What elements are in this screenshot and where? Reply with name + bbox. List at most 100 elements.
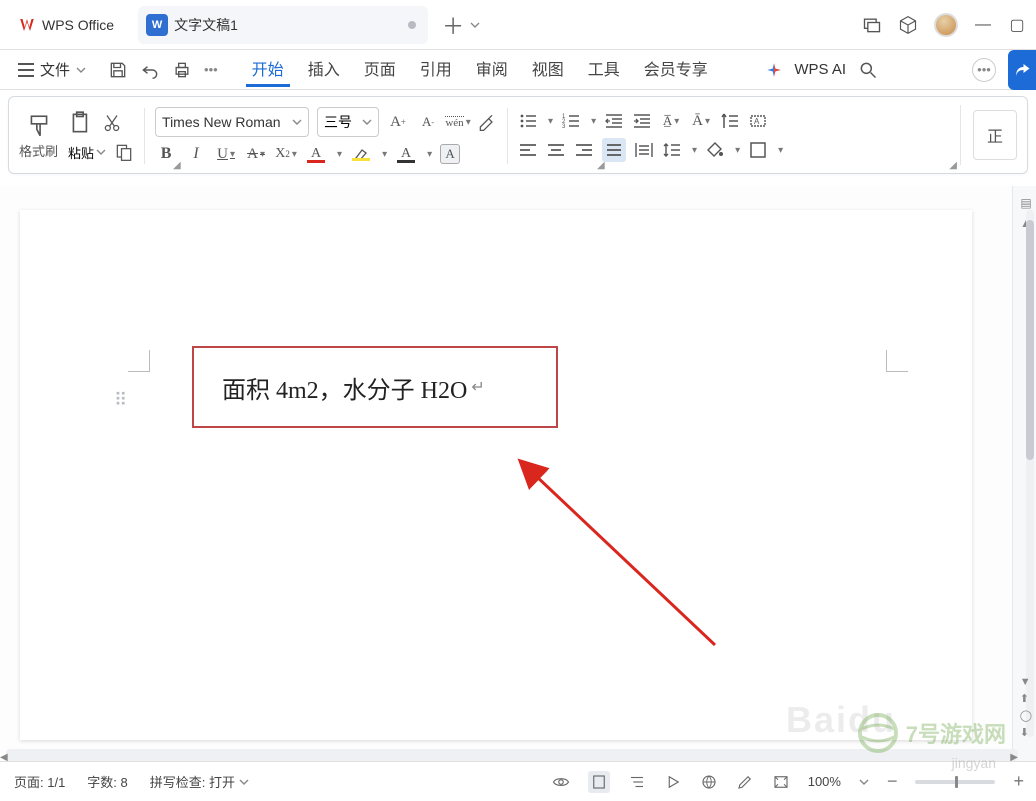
tab-tools[interactable]: 工具 [582, 52, 626, 87]
align-right-icon[interactable] [574, 140, 594, 160]
italic-button[interactable]: I [185, 143, 207, 165]
document-text[interactable]: 面积 4m2，水分子 H2O [222, 370, 467, 405]
bullets-drop[interactable]: ▾ [548, 116, 553, 127]
align-justify-icon[interactable] [602, 138, 626, 162]
cube-icon[interactable] [898, 15, 918, 35]
save-icon[interactable] [108, 60, 128, 80]
highlight-drop[interactable]: ▾ [382, 149, 387, 160]
tab-view[interactable]: 视图 [526, 52, 570, 87]
align-left-icon[interactable] [518, 140, 538, 160]
distributed-icon[interactable] [634, 140, 654, 160]
wps-logo-icon [18, 16, 36, 34]
nav-circle-icon[interactable]: ◯ [1020, 709, 1032, 722]
vertical-scrollbar[interactable] [1022, 210, 1036, 737]
zoom-in-button[interactable]: + [1013, 771, 1024, 792]
status-page[interactable]: 页面: 1/1 [14, 772, 65, 791]
app-tab[interactable]: WPS Office [8, 7, 124, 43]
numbering-drop[interactable]: ▾ [591, 116, 596, 127]
style-normal-preview[interactable]: 正 [973, 110, 1017, 160]
document-tab[interactable]: W 文字文稿1 [138, 6, 428, 44]
pen-icon[interactable] [736, 773, 754, 791]
web-layout-icon[interactable] [700, 773, 718, 791]
shading-drop[interactable]: ▾ [427, 149, 432, 160]
font-name-select[interactable]: Times New Roman [155, 107, 309, 137]
fill-color-drop[interactable]: ▾ [735, 145, 740, 156]
align-center-icon[interactable] [546, 140, 566, 160]
drag-handle-icon[interactable]: ⠿ [114, 390, 127, 411]
text-direction-icon[interactable] [720, 111, 740, 131]
user-avatar[interactable] [934, 13, 958, 37]
play-icon[interactable] [664, 773, 682, 791]
paragraph-launcher[interactable]: ◢ [949, 160, 957, 171]
copy-icon[interactable] [114, 142, 134, 162]
zoom-slider[interactable] [915, 780, 995, 784]
share-button[interactable] [1008, 50, 1036, 90]
status-spellcheck[interactable]: 拼写检查: 打开 [150, 772, 249, 791]
windows-icon[interactable] [862, 15, 882, 35]
page-view-icon[interactable] [588, 771, 610, 793]
highlighted-text-box[interactable]: 面积 4m2，水分子 H2O ↵ [192, 346, 558, 428]
superscript-button[interactable]: X2▾ [275, 143, 297, 165]
paste-label[interactable]: 粘贴 [68, 143, 106, 162]
scroll-down-icon[interactable]: ▼ [1020, 676, 1032, 688]
fill-color-icon[interactable] [705, 140, 725, 160]
cloud-sync-icon[interactable]: ••• [972, 58, 996, 82]
numbering-icon[interactable]: 123 [561, 111, 581, 131]
shading-button[interactable]: A [395, 143, 417, 165]
more-qat-button[interactable]: ••• [204, 62, 218, 77]
scrollbar-thumb[interactable] [1026, 220, 1034, 460]
change-case-button[interactable]: A̲̅▾ [660, 110, 682, 132]
eye-icon[interactable] [552, 773, 570, 791]
tab-references[interactable]: 引用 [414, 52, 458, 87]
new-tab-button[interactable]: ＋ [442, 9, 480, 41]
line-spacing-icon[interactable] [662, 140, 682, 160]
clipboard-launcher[interactable]: ◢ [173, 160, 181, 171]
borders-drop[interactable]: ▾ [778, 145, 783, 156]
char-border-button[interactable]: A [440, 144, 460, 164]
wps-ai-button[interactable]: WPS AI [766, 61, 846, 78]
underline-button[interactable]: U▾ [215, 143, 237, 165]
font-launcher[interactable]: ◢ [597, 160, 605, 171]
clear-format-icon[interactable] [477, 112, 497, 132]
format-painter-group[interactable]: 格式刷 [19, 113, 58, 160]
text-effects-button[interactable]: Ā▾ [690, 110, 712, 132]
highlight-button[interactable] [350, 143, 372, 165]
strikethrough-button[interactable]: A▾ [245, 143, 267, 165]
decrease-indent-icon[interactable] [604, 111, 624, 131]
tab-home[interactable]: 开始 [246, 52, 290, 87]
search-icon[interactable] [858, 60, 878, 80]
cut-icon[interactable] [102, 113, 122, 133]
outline-view-icon[interactable] [628, 773, 646, 791]
font-size-select[interactable]: 三号 [317, 107, 379, 137]
font-color-button[interactable]: A [305, 143, 327, 165]
tab-insert[interactable]: 插入 [302, 52, 346, 87]
borders-icon[interactable] [748, 140, 768, 160]
page[interactable]: ⠿ 面积 4m2，水分子 H2O ↵ [20, 210, 972, 740]
page-down-icon[interactable]: ⬇ [1020, 726, 1032, 739]
grow-font-button[interactable]: A+ [387, 111, 409, 133]
status-words[interactable]: 字数: 8 [87, 772, 127, 791]
tab-member[interactable]: 会员专享 [638, 52, 714, 87]
character-scaling-icon[interactable]: A [748, 111, 768, 131]
print-icon[interactable] [172, 60, 192, 80]
shrink-font-button[interactable]: A- [417, 111, 439, 133]
bullets-icon[interactable] [518, 111, 538, 131]
tab-page[interactable]: 页面 [358, 52, 402, 87]
page-up-icon[interactable]: ⬆ [1020, 692, 1032, 705]
undo-icon[interactable] [140, 60, 160, 80]
minimize-button[interactable]: — [974, 16, 992, 34]
zoom-out-button[interactable]: − [887, 771, 898, 792]
line-spacing-drop[interactable]: ▾ [692, 145, 697, 156]
options-icon[interactable]: ▤ [1020, 196, 1031, 210]
fit-page-icon[interactable] [772, 773, 790, 791]
maximize-button[interactable]: ▢ [1008, 15, 1026, 35]
phonetic-guide-button[interactable]: wén▾ [447, 111, 469, 133]
horizontal-scrollbar[interactable] [6, 749, 1018, 761]
file-menu[interactable]: 文件 [10, 55, 94, 84]
zoom-level[interactable]: 100% [808, 774, 841, 789]
paste-button[interactable] [68, 110, 94, 136]
tab-review[interactable]: 审阅 [470, 52, 514, 87]
font-color-drop[interactable]: ▾ [337, 149, 342, 160]
chevron-down-icon[interactable] [859, 777, 869, 787]
increase-indent-icon[interactable] [632, 111, 652, 131]
